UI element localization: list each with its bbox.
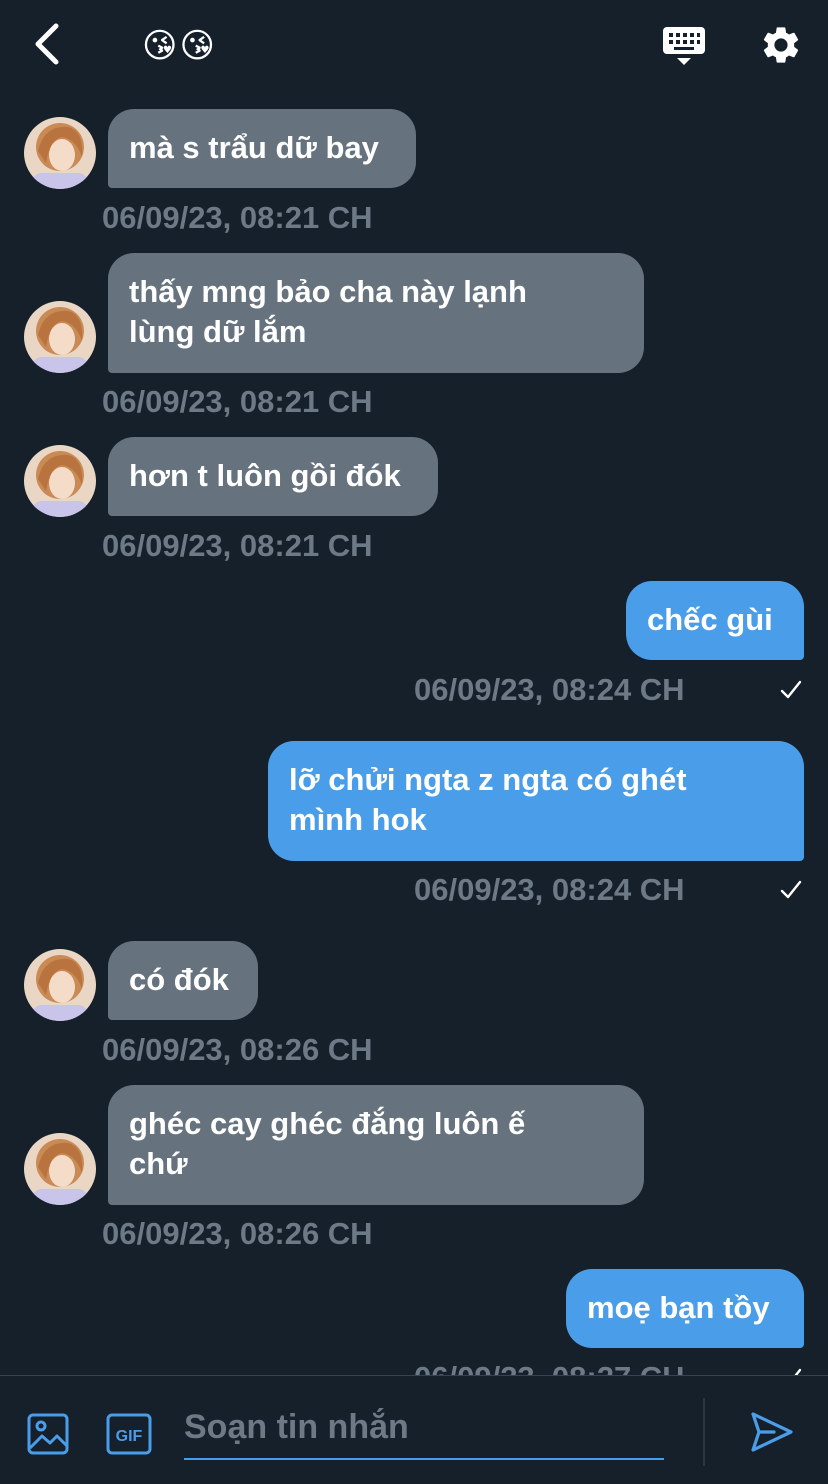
message-bubble-incoming[interactable]: mà s trẩu dữ bay: [108, 109, 416, 188]
message-timestamp: 06/09/23, 08:26 CH: [102, 1032, 373, 1067]
message-bubble-incoming[interactable]: ghéc cay ghéc đắng luôn ế chứ: [108, 1085, 644, 1205]
avatar-photo: [24, 949, 96, 1021]
avatar[interactable]: [24, 301, 96, 373]
conversation-title[interactable]: 😘😘: [142, 24, 217, 68]
message-bubble-incoming[interactable]: thấy mng bảo cha này lạnh lùng dữ lắm: [108, 253, 644, 373]
conversation-header: 😘😘: [0, 0, 828, 92]
avatar[interactable]: [24, 117, 96, 189]
avatar-photo: [24, 301, 96, 373]
read-check-icon: [780, 680, 802, 699]
message-input[interactable]: [184, 1396, 664, 1460]
message-timestamp: 06/09/23, 08:24 CH: [414, 872, 685, 907]
send-icon[interactable]: [748, 1408, 796, 1456]
gif-icon: GIF: [106, 1413, 152, 1455]
message-bubble-incoming[interactable]: hơn t luôn gồi đók: [108, 437, 438, 516]
message-bubble-incoming[interactable]: có đók: [108, 941, 258, 1020]
message-bubble-outgoing[interactable]: chếc gùi: [626, 581, 804, 660]
settings-button[interactable]: [754, 18, 808, 72]
keyboard-button[interactable]: [656, 18, 712, 74]
gif-label: GIF: [116, 1428, 143, 1445]
message-composer: GIF: [0, 1375, 828, 1484]
message-timestamp: 06/09/23, 08:21 CH: [102, 384, 373, 419]
avatar[interactable]: [24, 949, 96, 1021]
message-timestamp: 06/09/23, 08:21 CH: [102, 200, 373, 235]
avatar-photo: [24, 117, 96, 189]
dm-conversation-screen: 😘😘 mà s trẩu dữ bay 06/09/23, 08:21 CH t…: [0, 0, 828, 1484]
keyboard-icon: [663, 27, 705, 65]
message-timestamp: 06/09/23, 08:24 CH: [414, 672, 685, 707]
chevron-left-icon: [35, 23, 59, 65]
avatar[interactable]: [24, 445, 96, 517]
message-bubble-outgoing[interactable]: moẹ bạn tồy: [566, 1269, 804, 1348]
avatar-photo: [24, 445, 96, 517]
avatar[interactable]: [24, 1133, 96, 1205]
gear-icon: [763, 27, 799, 63]
read-check-icon: [780, 880, 802, 899]
composer-divider: [703, 1398, 705, 1466]
gif-button[interactable]: GIF: [106, 1412, 152, 1456]
message-timestamp: 06/09/23, 08:21 CH: [102, 528, 373, 563]
avatar-photo: [24, 1133, 96, 1205]
message-timestamp: 06/09/23, 08:26 CH: [102, 1216, 373, 1251]
back-button[interactable]: [22, 20, 70, 68]
image-icon[interactable]: [26, 1412, 70, 1456]
message-bubble-outgoing[interactable]: lỡ chửi ngta z ngta có ghét mình hok: [268, 741, 804, 861]
